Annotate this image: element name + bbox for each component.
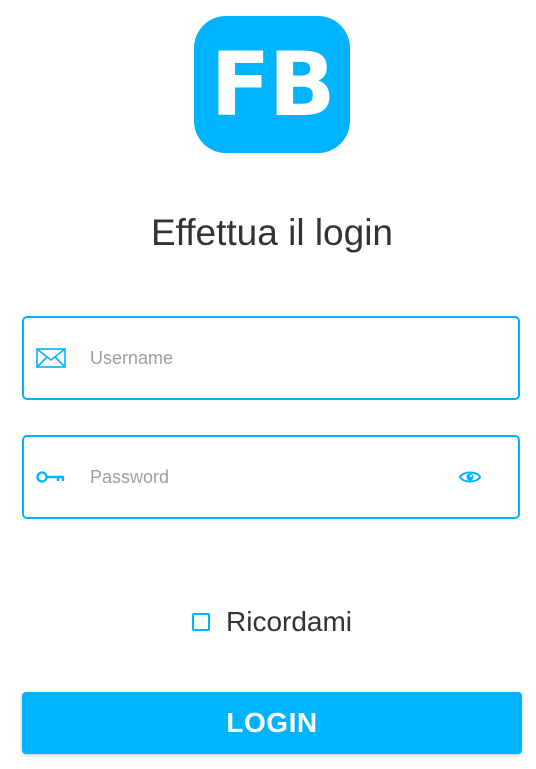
- logo-text: FB: [210, 32, 335, 136]
- app-logo: FB: [194, 16, 350, 153]
- key-icon: [36, 466, 66, 488]
- eye-icon[interactable]: [458, 468, 482, 486]
- remember-me-checkbox[interactable]: [192, 613, 210, 631]
- login-page: FB Effettua il login Username Ricordami …: [0, 0, 536, 769]
- username-input[interactable]: [90, 318, 450, 398]
- password-input[interactable]: [90, 437, 450, 517]
- username-field[interactable]: [22, 316, 520, 400]
- mail-icon: [36, 347, 66, 369]
- password-field[interactable]: [22, 435, 520, 519]
- remember-me-label: Ricordami: [226, 606, 353, 637]
- login-button[interactable]: LOGIN: [22, 692, 522, 754]
- page-title: Effettua il login: [150, 212, 394, 253]
- remember-me-option[interactable]: Ricordami: [192, 606, 352, 638]
